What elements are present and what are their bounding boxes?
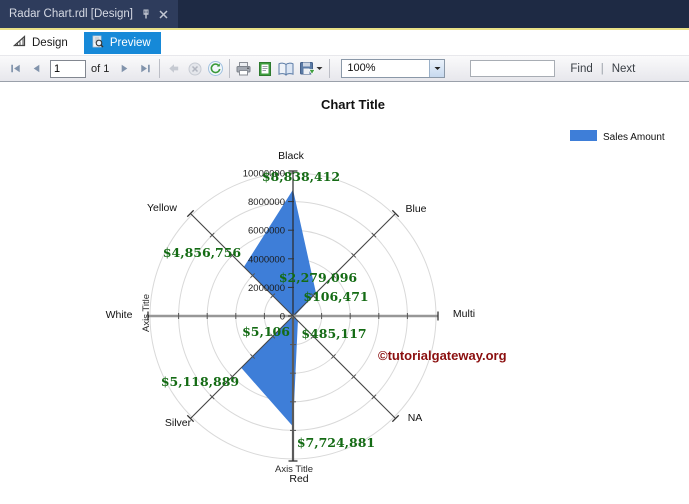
value-axis-label: 6000000 [248, 226, 285, 237]
tab-design[interactable]: Design [9, 33, 72, 52]
zoom-select[interactable]: 100% [341, 59, 446, 78]
previous-page-button[interactable] [26, 58, 47, 79]
watermark-text: ©tutorialgateway.org [378, 348, 507, 363]
tab-preview[interactable]: Preview [83, 31, 161, 54]
tab-preview-label: Preview [109, 36, 151, 49]
zoom-value: 100% [347, 62, 376, 74]
data-point-label: $106,471 [303, 289, 368, 304]
search-input[interactable] [470, 60, 556, 77]
stop-icon [188, 62, 202, 75]
category-label-yellow: Yellow [147, 202, 177, 214]
report-designer-window: Radar Chart.rdl [Design] Design Preview [0, 0, 689, 504]
back-button[interactable] [163, 58, 184, 79]
export-icon [300, 61, 317, 75]
find-next-group: Find | Next [570, 63, 635, 75]
report-preview-area: 0 2000000 4000000 6000000 8000000 10000000 Bla… [0, 82, 689, 502]
dropdown-caret-icon [316, 67, 323, 70]
data-point-label: $8,838,412 [262, 169, 340, 184]
back-icon [169, 64, 179, 73]
category-label-white: White [106, 309, 133, 321]
find-next-separator: | [600, 62, 604, 75]
print-layout-button[interactable] [254, 58, 275, 79]
category-label-silver: Silver [165, 417, 192, 429]
legend-label: Sales Amount [603, 132, 665, 143]
print-icon [236, 61, 251, 75]
legend-swatch [570, 130, 597, 141]
page-setup-button[interactable] [275, 58, 296, 79]
category-label-multi: Multi [453, 308, 475, 320]
first-page-button[interactable] [5, 58, 26, 79]
toolbar-separator [159, 59, 161, 78]
pin-icon[interactable] [141, 9, 151, 20]
toolbar-separator [229, 59, 231, 78]
data-point-label: $2,279,096 [279, 270, 358, 285]
value-axis-label: 0 [280, 312, 285, 323]
zoom-dropdown-button[interactable] [429, 60, 445, 77]
value-axis-label: 8000000 [248, 197, 285, 208]
data-point-label: $485,117 [301, 326, 366, 341]
category-label-na: NA [408, 412, 423, 424]
radar-chart: 0200000040000006000000800000010000000Bla… [106, 97, 665, 485]
next-button[interactable]: Next [612, 63, 636, 75]
last-page-icon [141, 64, 151, 73]
last-page-button[interactable] [135, 58, 156, 79]
data-point-label: $4,856,756 [163, 245, 242, 260]
document-tab[interactable]: Radar Chart.rdl [Design] [0, 0, 178, 28]
set-square-icon [12, 35, 26, 50]
report-viewer-toolbar: of 1 100% [0, 55, 689, 82]
value-axis-label: 4000000 [248, 254, 285, 265]
print-button[interactable] [233, 58, 254, 79]
category-label-black: Black [278, 150, 304, 162]
export-button[interactable] [296, 58, 326, 79]
print-layout-icon [258, 61, 271, 76]
category-axis-title: Axis Title [275, 464, 313, 475]
data-point-label: $5,106 [242, 324, 290, 339]
stop-button[interactable] [184, 58, 205, 79]
document-tab-title: Radar Chart.rdl [Design] [9, 8, 133, 20]
category-label-blue: Blue [405, 203, 426, 215]
view-tab-bar: Design Preview [0, 30, 689, 55]
chevron-down-icon [434, 67, 441, 70]
page-number-input[interactable] [50, 59, 86, 78]
page-count-label: of 1 [91, 62, 110, 75]
preview-page-icon [91, 35, 104, 51]
tab-design-label: Design [32, 36, 68, 49]
next-page-button[interactable] [114, 58, 135, 79]
page-setup-icon [278, 62, 294, 76]
value-axis-title: Axis Title [141, 294, 152, 332]
refresh-button[interactable] [205, 58, 226, 79]
data-point-label: $7,724,881 [297, 435, 375, 450]
close-icon[interactable] [159, 9, 168, 19]
first-page-icon [11, 64, 20, 73]
toolbar-separator [329, 59, 331, 78]
previous-page-icon [33, 64, 40, 73]
chart-title: Chart Title [321, 97, 385, 112]
document-tab-bar: Radar Chart.rdl [Design] [0, 0, 689, 30]
next-page-icon [122, 64, 128, 73]
refresh-icon [208, 61, 224, 76]
data-point-label: $5,118,889 [161, 374, 239, 389]
find-button[interactable]: Find [570, 63, 592, 75]
